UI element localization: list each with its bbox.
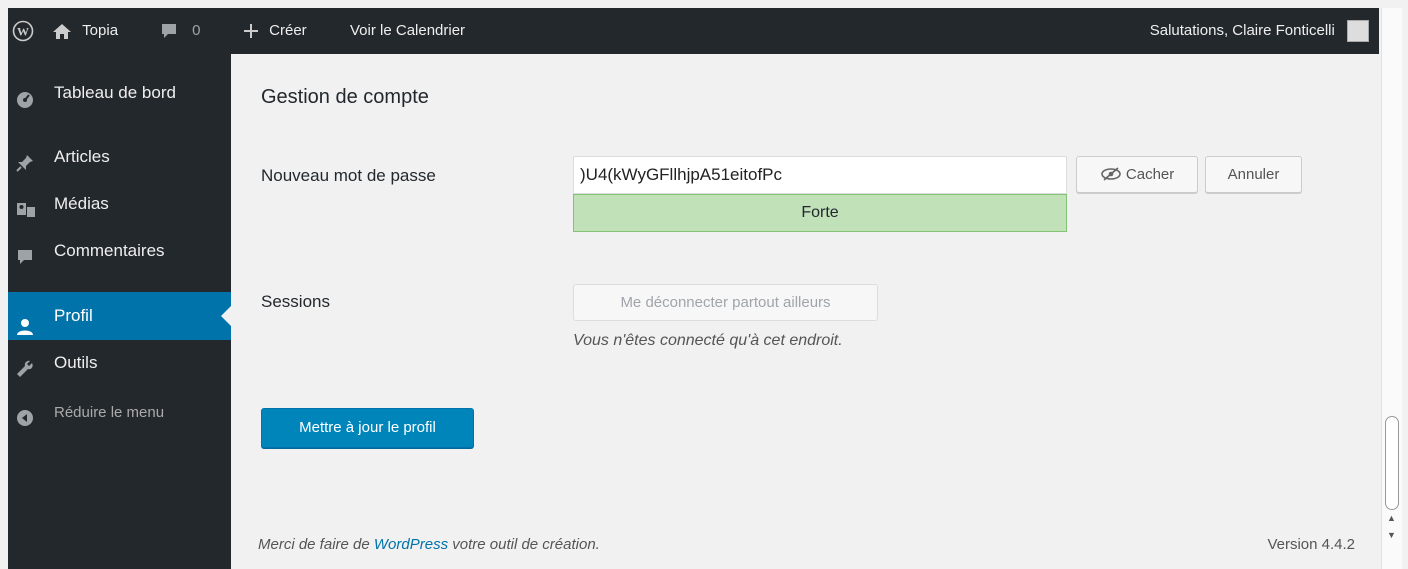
plus-icon bbox=[243, 22, 259, 39]
menu-item-label: Réduire le menu bbox=[54, 404, 165, 421]
menu-item-label: Articles bbox=[54, 147, 110, 166]
menu-item-media[interactable]: Médias bbox=[8, 185, 231, 223]
view-calendar-link[interactable]: Voir le Calendrier bbox=[350, 8, 465, 54]
password-field[interactable]: )U4(kWyGFllhjpA51eitofPc bbox=[573, 156, 1067, 194]
menu-item-dashboard[interactable]: Tableau de bord bbox=[8, 74, 231, 112]
cancel-password-button[interactable]: Annuler bbox=[1205, 156, 1302, 193]
logout-everywhere-button[interactable]: Me déconnecter partout ailleurs bbox=[573, 284, 878, 321]
site-name-link[interactable]: Topia bbox=[52, 8, 118, 54]
wordpress-link[interactable]: WordPress bbox=[374, 536, 448, 553]
sessions-label: Sessions bbox=[261, 292, 330, 311]
comment-icon bbox=[160, 22, 178, 39]
collapse-menu-button[interactable]: Réduire le menu bbox=[8, 394, 231, 432]
menu-item-comments[interactable]: Commentaires bbox=[8, 232, 231, 270]
collapse-icon bbox=[16, 404, 34, 426]
eye-slash-icon bbox=[1100, 166, 1122, 183]
update-profile-button[interactable]: Mettre à jour le profil bbox=[261, 408, 474, 448]
comment-icon bbox=[16, 242, 34, 264]
sessions-note: Vous n'êtes connecté qu'à cet endroit. bbox=[573, 332, 843, 349]
new-content-link[interactable]: Créer bbox=[243, 8, 307, 54]
menu-item-label: Outils bbox=[54, 353, 98, 372]
scroll-down-icon[interactable]: ▼ bbox=[1387, 530, 1396, 540]
svg-text:W: W bbox=[17, 25, 29, 39]
main-content: Gestion de compte Nouveau mot de passe )… bbox=[231, 54, 1379, 569]
password-label: Nouveau mot de passe bbox=[261, 166, 436, 185]
menu-item-label: Tableau de bord bbox=[54, 83, 176, 102]
admin-menu: Tableau de bord Articles Médias Commenta… bbox=[8, 54, 231, 569]
dashboard-icon bbox=[16, 84, 34, 108]
scroll-up-icon[interactable]: ▲ bbox=[1387, 513, 1396, 523]
footer-thanks-suffix: votre outil de création. bbox=[448, 536, 600, 553]
menu-item-label: Profil bbox=[54, 306, 93, 325]
home-icon bbox=[52, 22, 72, 40]
admin-bar: W Topia 0 Créer Voir le Calendrier Salut… bbox=[8, 8, 1379, 54]
footer-thanks: Merci de faire de WordPress votre outil … bbox=[258, 536, 600, 553]
my-account-link[interactable]: Salutations, Claire Fonticelli bbox=[1150, 8, 1369, 54]
wrench-icon bbox=[16, 354, 34, 377]
footer-thanks-prefix: Merci de faire de bbox=[258, 536, 374, 553]
user-icon bbox=[16, 307, 34, 335]
media-icon bbox=[16, 195, 35, 217]
hide-password-button[interactable]: Cacher bbox=[1076, 156, 1198, 193]
menu-item-profile[interactable]: Profil bbox=[8, 292, 231, 340]
footer-version: Version 4.4.2 bbox=[1267, 536, 1355, 553]
menu-item-label: Commentaires bbox=[54, 241, 165, 260]
password-strength-meter: Forte bbox=[573, 194, 1067, 232]
comments-count: 0 bbox=[192, 22, 201, 39]
vertical-scrollbar[interactable]: ▲ ▼ bbox=[1381, 8, 1402, 569]
comments-link[interactable]: 0 bbox=[160, 8, 201, 54]
menu-item-label: Médias bbox=[54, 194, 109, 213]
scrollbar-thumb[interactable] bbox=[1385, 416, 1399, 510]
site-name-label: Topia bbox=[82, 22, 119, 39]
menu-item-tools[interactable]: Outils bbox=[8, 344, 231, 382]
wordpress-logo-icon[interactable]: W bbox=[12, 8, 38, 54]
menu-item-articles[interactable]: Articles bbox=[8, 138, 231, 176]
new-content-label: Créer bbox=[269, 22, 307, 39]
pin-icon bbox=[16, 148, 34, 172]
hide-password-label: Cacher bbox=[1125, 166, 1175, 183]
avatar bbox=[1347, 20, 1369, 43]
section-title: Gestion de compte bbox=[261, 86, 429, 108]
greeting-label: Salutations, Claire Fonticelli bbox=[1149, 22, 1335, 39]
